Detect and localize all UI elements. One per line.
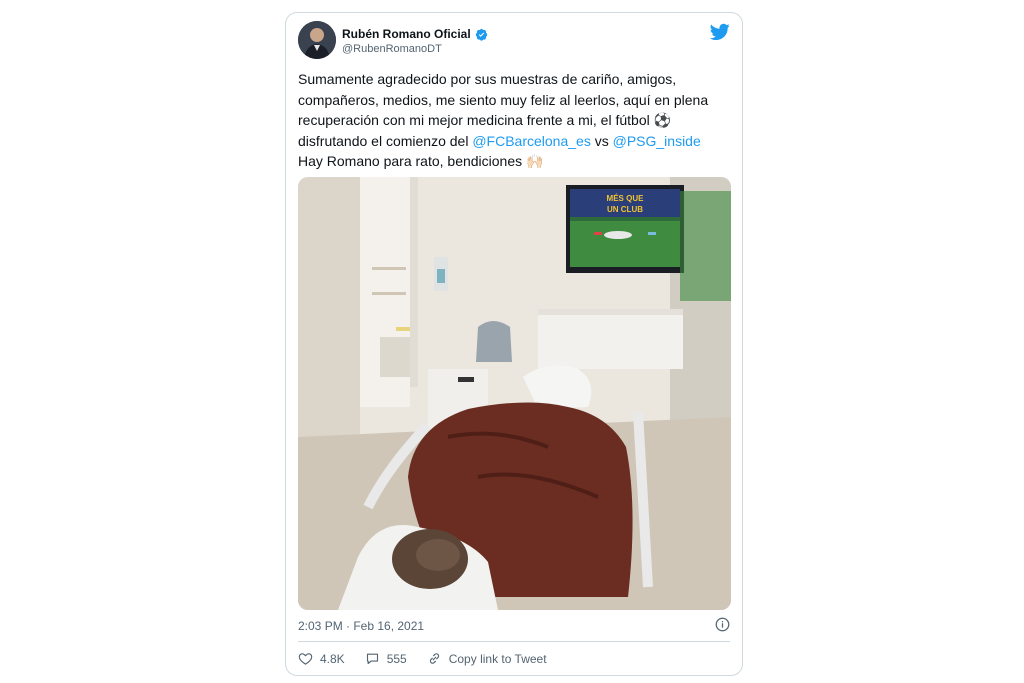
speech-bubble-icon [366,653,378,665]
mention-link-fcbarcelona[interactable]: @FCBarcelona_es [472,133,591,149]
reply-count: 555 [386,651,407,666]
tweet-text: Sumamente agradecido por sus muestras de… [298,69,728,172]
tweet-text-part: Sumamente agradecido por sus muestras de… [298,71,709,128]
tweet-card: Rubén Romano Oficial @RubenRomanoDT Suma… [285,12,743,676]
mention-link-psg[interactable]: @PSG_inside [613,133,701,149]
svg-text:UN CLUB: UN CLUB [607,205,643,214]
tweet-timestamp[interactable]: 2:03 PM · Feb 16, 2021 [298,619,424,633]
like-count: 4.8K [320,651,345,666]
like-button[interactable]: 4.8K [298,651,345,666]
raised-hands-emoji: 🙌🏻 [526,153,544,169]
info-circle-icon[interactable] [715,617,730,632]
hospital-room-photo: MÉS QUE UN CLUB [298,177,731,610]
author-name[interactable]: Rubén Romano Oficial [342,27,471,41]
soccer-ball-emoji: ⚽ [653,112,672,128]
copy-link-label: Copy link to Tweet [448,651,547,666]
tweet-actions: 4.8K 555 Copy link to Tweet [298,651,567,666]
heart-icon [298,653,313,665]
reply-button[interactable]: 555 [365,651,407,666]
copy-link-button[interactable]: Copy link to Tweet [427,651,547,666]
link-icon [429,653,439,664]
svg-text:MÉS QUE: MÉS QUE [607,194,645,203]
tweet-text-part: disfrutando el comienzo del [298,132,473,149]
tweet-photo[interactable]: MÉS QUE UN CLUB [298,177,731,610]
twitter-bird-icon[interactable] [710,23,730,41]
verified-badge-icon [475,28,487,41]
tweet-text-part: vs [590,132,613,149]
divider [298,641,730,642]
avatar[interactable] [298,21,336,59]
author-handle[interactable]: @RubenRomanoDT [342,43,442,55]
tweet-text-part: Hay Romano para rato, bendiciones [298,153,527,169]
